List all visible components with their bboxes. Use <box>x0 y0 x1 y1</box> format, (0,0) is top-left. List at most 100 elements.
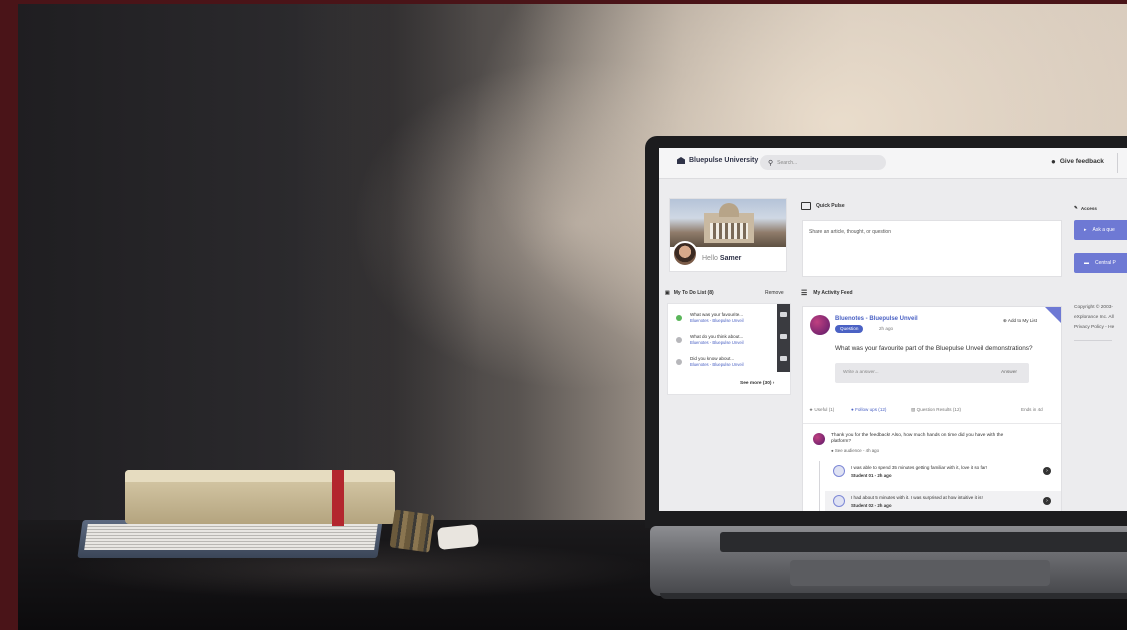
todo-item-source[interactable]: Bluenotes - Bluepulse Unveil <box>690 318 744 323</box>
user-icon <box>833 465 845 477</box>
give-feedback-label: Give feedback <box>1059 158 1104 165</box>
reply-item: I had about 5 minutes with it. I was sur… <box>825 491 1061 511</box>
todo-item-title: What do you think about... <box>690 334 744 339</box>
quick-pulse-title-text: Quick Pulse <box>816 203 845 209</box>
todo-remove-button[interactable]: Remove <box>765 290 784 296</box>
book-elastic-band <box>332 470 344 526</box>
chat-bubbles-icon: ● <box>1051 157 1056 166</box>
book-cover <box>125 470 395 482</box>
corner-flag-icon[interactable] <box>1045 307 1061 323</box>
flag-icon[interactable] <box>780 312 787 317</box>
comment-meta[interactable]: ● See audience - 4h ago <box>831 448 879 453</box>
see-more-link[interactable]: See more (30) › <box>740 381 774 386</box>
useful-button[interactable]: ★ Useful (1) <box>809 407 834 413</box>
central-label: Central P <box>1095 260 1116 266</box>
todo-item-title: Did you know about... <box>690 356 735 361</box>
folder-icon: ▬ <box>1084 260 1089 266</box>
reply-meta: Student 02 - 2h ago <box>851 503 892 508</box>
search-input[interactable]: ⚲ Search... <box>760 155 886 170</box>
copyright-line1: Copyright © 2003- <box>1074 305 1113 310</box>
comment-avatar <box>813 433 825 445</box>
answer-button[interactable]: Answer <box>1001 370 1017 375</box>
followups-button[interactable]: ● Follow ups (12) <box>851 407 886 412</box>
pencils <box>389 509 435 553</box>
profile-card: Hello Samer <box>669 198 787 272</box>
flag-icon[interactable] <box>780 334 787 339</box>
central-button[interactable]: ▬ Central P <box>1074 253 1127 273</box>
todo-item-source[interactable]: Bluenotes - Bluepulse Unveil <box>690 340 744 345</box>
brand[interactable]: Bluepulse University <box>677 157 758 164</box>
todo-title-text: My To Do List (8) <box>673 290 714 296</box>
comment-divider <box>803 423 1061 424</box>
campus-dome <box>719 203 739 217</box>
ends-label: Ends in 4d <box>1021 407 1043 412</box>
see-more-label: See more (30) <box>740 381 772 386</box>
user-name: Samer <box>719 255 742 262</box>
todo-title: ▣ My To Do List (8) <box>665 290 714 296</box>
quick-pulse-title: Quick Pulse <box>801 202 845 210</box>
copyright-line3[interactable]: Privacy Policy - He <box>1074 323 1114 333</box>
todo-actions-column <box>777 304 790 372</box>
notebook-pages <box>84 524 378 550</box>
building-icon <box>677 157 685 164</box>
access-title: ✎ Access <box>1074 205 1097 211</box>
eraser <box>436 523 480 551</box>
unchecked-icon[interactable] <box>676 359 682 365</box>
todo-item-title: What was your favourite... <box>690 312 744 317</box>
results-button[interactable]: ▧ Question Results (12) <box>911 407 961 413</box>
copyright: Copyright © 2003- eXplorance Inc. All Pr… <box>1074 303 1114 333</box>
greeting: Hello Samer <box>702 255 741 262</box>
copyright-line2: eXplorance Inc. All <box>1074 315 1114 320</box>
brand-name: Bluepulse University <box>689 157 759 164</box>
post-question: What was your favourite part of the Blue… <box>835 345 1033 352</box>
post-time: 2h ago <box>879 326 894 331</box>
activity-feed-title-text: My Activity Feed <box>813 290 853 296</box>
useful-label: Useful (1) <box>814 407 835 412</box>
chevron-right-icon[interactable]: › <box>1043 497 1051 505</box>
frame-left <box>0 0 18 630</box>
todo-item-source[interactable]: Bluenotes - Bluepulse Unveil <box>690 362 744 367</box>
feed-card: Bluenotes - Bluepulse Unveil Question 2h… <box>802 306 1062 511</box>
campus-photo <box>670 199 786 247</box>
post-source-link[interactable]: Bluenotes - Bluepulse Unveil <box>835 316 918 322</box>
photo-scene: Bluepulse University ⚲ Search... ● Give … <box>0 0 1127 630</box>
quick-pulse-placeholder: Share an article, thought, or question <box>809 229 891 235</box>
answer-input[interactable]: Write a answer... Answer <box>835 363 1029 383</box>
question-badge: Question <box>835 325 864 333</box>
give-feedback-button[interactable]: ● Give feedback <box>1051 157 1104 166</box>
followups-label: Follow ups (12) <box>855 407 887 412</box>
laptop-trackpad <box>790 560 1050 586</box>
laptop-keyboard <box>720 532 1127 552</box>
answer-placeholder: Write a answer... <box>843 370 879 375</box>
greeting-text: Hello <box>702 255 718 262</box>
search-placeholder: Search... <box>777 159 798 166</box>
ask-question-label: Ask a que <box>1092 227 1115 233</box>
laptop-foot <box>660 593 1127 599</box>
top-divider <box>1117 153 1118 173</box>
footer-divider <box>1074 340 1112 341</box>
comment-text: Thank you for the feedback! Also, how mu… <box>831 433 1004 444</box>
frame-top <box>0 0 1127 4</box>
pencil-icon: ✎ <box>1074 205 1078 210</box>
avatar[interactable] <box>672 241 698 267</box>
list-icon: ☰ <box>801 290 808 297</box>
add-to-list-button[interactable]: ⊕ Add to My List <box>1003 318 1037 324</box>
clipboard-icon: ▣ <box>665 290 670 296</box>
unchecked-icon[interactable] <box>676 337 682 343</box>
add-to-list-label: Add to My List <box>1007 318 1037 323</box>
megaphone-icon: ▸ <box>1084 227 1087 233</box>
flag-icon[interactable] <box>780 356 787 361</box>
campus-columns <box>710 223 748 239</box>
thread-line <box>819 461 820 511</box>
chevron-right-icon[interactable]: › <box>1043 467 1051 475</box>
reply-text: I had about 5 minutes with it. I was sur… <box>851 495 983 500</box>
activity-feed-title: ☰ My Activity Feed <box>801 289 853 297</box>
post-avatar <box>810 315 830 335</box>
results-label: Question Results (12) <box>916 407 962 412</box>
comment-meta-text: See audience - 4h ago <box>834 448 880 453</box>
ask-question-button[interactable]: ▸ Ask a que <box>1074 220 1127 240</box>
quick-pulse-input[interactable]: Share an article, thought, or question <box>802 220 1062 277</box>
check-icon[interactable] <box>676 315 682 321</box>
reply-meta: Student 01 - 2h ago <box>851 473 892 478</box>
access-title-text: Access <box>1080 205 1097 211</box>
